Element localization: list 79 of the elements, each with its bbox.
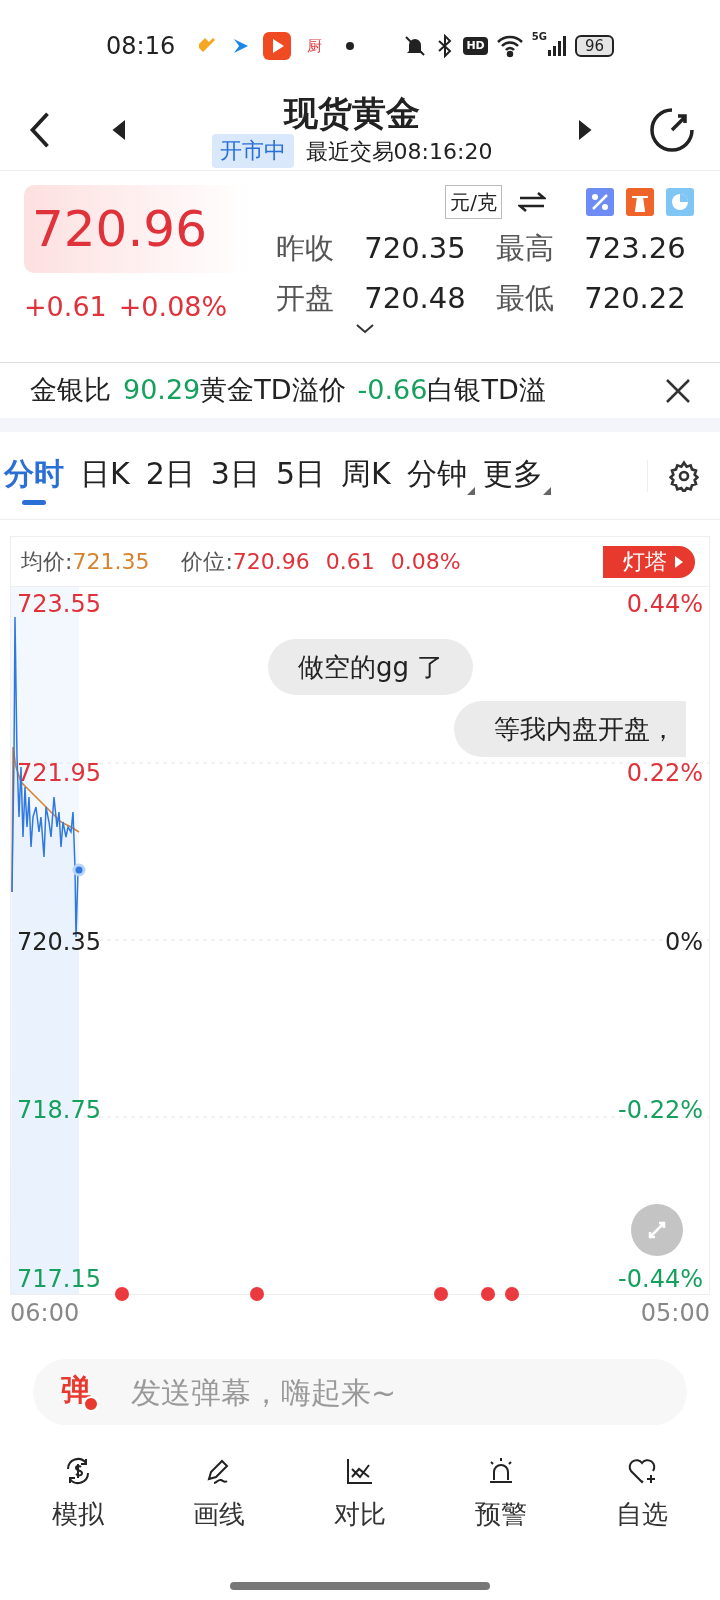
toolbar-button[interactable]: 预警 xyxy=(445,1455,556,1534)
play-arrow-icon xyxy=(675,555,683,568)
lighthouse-icon[interactable] xyxy=(626,188,654,216)
price-change: 0.61 xyxy=(325,548,375,576)
toolbar-button[interactable]: 对比 xyxy=(305,1455,415,1534)
price-axis-label: 723.55 xyxy=(17,589,101,619)
stat-label: 昨收 xyxy=(276,230,335,267)
price-axis-label: 718.75 xyxy=(17,1095,101,1126)
chart-tab[interactable]: 更多 xyxy=(482,446,551,505)
event-marker[interactable] xyxy=(481,1287,495,1301)
average-price-label: 均价: xyxy=(21,548,73,576)
network-label: 5G xyxy=(531,32,547,42)
price-level-label: 价位: xyxy=(181,548,233,576)
price-change-percent: 0.08% xyxy=(390,548,461,576)
chart-tab[interactable]: 分钟 xyxy=(406,446,475,505)
stat-value: 720.48 xyxy=(364,280,467,317)
danmaku-comment: 等我内盘开盘， xyxy=(454,701,686,757)
chart-tab[interactable]: 日K xyxy=(80,446,138,505)
percent-axis-label: -0.22% xyxy=(618,1095,703,1126)
battery-indicator: 96 xyxy=(574,35,614,57)
price-change-percent: +0.08% xyxy=(118,290,228,324)
swap-icon[interactable] xyxy=(518,190,546,214)
beacon-badge[interactable]: 灯塔 xyxy=(603,545,695,578)
stat-label: 最低 xyxy=(496,280,555,317)
stat-value: 720.22 xyxy=(584,280,687,317)
danmaku-comment: 做空的gg 了 xyxy=(268,639,474,695)
percent-axis-label: 0.44% xyxy=(626,589,703,619)
event-marker[interactable] xyxy=(505,1287,519,1301)
ticker-value: -0.66 xyxy=(357,373,428,408)
hd-badge: HD xyxy=(463,37,488,55)
ticker-label: 黄金TD溢价 xyxy=(200,373,346,408)
event-marker[interactable] xyxy=(115,1287,129,1301)
percent-axis-label: -0.44% xyxy=(618,1264,703,1294)
close-icon[interactable] xyxy=(664,376,692,405)
ticker-value: 90.29 xyxy=(123,373,201,408)
percent-axis-label: 0% xyxy=(664,926,703,957)
event-marker[interactable] xyxy=(434,1287,448,1301)
stat-label: 最高 xyxy=(496,230,555,267)
toolbar-button[interactable]: 自选 xyxy=(586,1455,697,1534)
percent-axis-label: 0.22% xyxy=(626,757,703,788)
danmaku-bar[interactable]: 弹 发送弹幕，嗨起来~ xyxy=(33,1359,687,1425)
percent-icon[interactable] xyxy=(586,188,614,216)
average-price-value: 721.35 xyxy=(72,548,150,576)
chart-tab[interactable]: 2日 xyxy=(145,446,203,505)
ticker-label: 白银TD溢 xyxy=(427,373,546,408)
toolbar-button[interactable]: 画线 xyxy=(164,1455,275,1534)
price-axis-label: 717.15 xyxy=(17,1264,101,1294)
timer-icon[interactable] xyxy=(648,106,696,154)
time-axis-label: 06:00 xyxy=(10,1298,80,1329)
market-status-badge: 开市中 xyxy=(211,134,294,168)
chart-tab[interactable]: 5日 xyxy=(275,446,333,505)
stat-label: 开盘 xyxy=(276,280,335,317)
stat-value: 723.26 xyxy=(584,230,687,267)
play-app-icon xyxy=(263,32,292,60)
chart-tab[interactable]: 周K xyxy=(340,446,399,505)
app-notification-label: 厨 xyxy=(307,35,323,57)
ticker-label: 金银比 xyxy=(30,373,111,408)
toolbar-button[interactable]: 模拟 xyxy=(23,1455,134,1534)
status-time: 08:16 xyxy=(106,31,176,62)
danmaku-toggle[interactable]: 弹 xyxy=(61,1372,99,1412)
next-icon[interactable] xyxy=(576,120,592,140)
time-axis-label: 05:00 xyxy=(640,1298,710,1329)
wifi-icon xyxy=(495,34,524,58)
danmaku-input-field[interactable]: 发送弹幕，嗨起来~ xyxy=(131,1369,663,1415)
chart-tab[interactable]: 分时 xyxy=(4,446,72,505)
previous-icon[interactable] xyxy=(112,120,128,140)
price-change: +0.61 xyxy=(24,290,107,324)
chart-tab[interactable]: 3日 xyxy=(210,446,268,505)
event-marker[interactable] xyxy=(250,1287,264,1301)
page-title: 现货黄金 xyxy=(284,92,420,134)
stat-value: 720.35 xyxy=(364,230,467,267)
signal-icon xyxy=(546,34,567,58)
current-price-dot xyxy=(72,863,86,877)
price-axis-label: 720.35 xyxy=(17,926,101,957)
unit-selector[interactable]: 元/克 xyxy=(445,185,502,219)
settings-icon[interactable] xyxy=(668,459,700,492)
price-level-value: 720.96 xyxy=(232,548,310,576)
last-trade-time: 最近交易08:16:20 xyxy=(305,137,493,166)
expand-chevron-icon[interactable] xyxy=(355,323,375,335)
